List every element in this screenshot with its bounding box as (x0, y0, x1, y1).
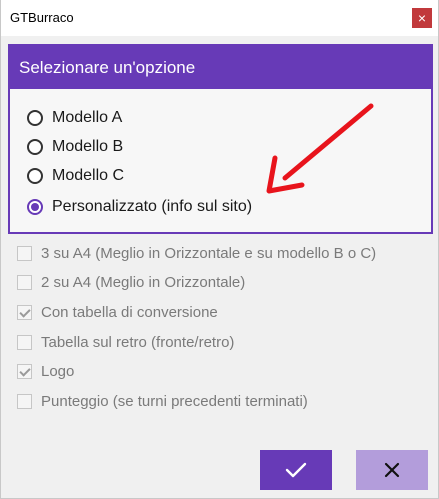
radio-personalizzato[interactable]: Personalizzato (info sul sito) (27, 195, 252, 219)
checkbox-label: Logo (41, 362, 75, 380)
checkmark-icon (285, 462, 307, 478)
radio-label: Personalizzato (info sul sito) (52, 198, 253, 215)
checkbox-tabella-retro[interactable]: Tabella sul retro (fronte/retro) (17, 331, 234, 353)
radio-modello-c[interactable]: Modello C (27, 164, 124, 188)
radio-modello-a[interactable]: Modello A (27, 106, 122, 130)
checkbox-2-su-a4[interactable]: 2 su A4 (Meglio in Orizzontale) (17, 271, 245, 293)
checkbox[interactable] (17, 334, 32, 350)
group-header: Selezionare un'opzione (10, 46, 431, 89)
dialog-window: GTBurraco × Selezionare un'opzione Model… (0, 0, 439, 499)
checkbox-label: 2 su A4 (Meglio in Orizzontale) (41, 273, 246, 291)
radio-button[interactable] (27, 110, 43, 126)
checkbox[interactable] (17, 393, 32, 409)
checkbox-logo[interactable]: Logo (17, 360, 74, 382)
radio-label: Modello B (52, 138, 124, 155)
ok-button[interactable] (260, 450, 332, 490)
checkbox-label: 3 su A4 (Meglio in Orizzontale e su mode… (41, 244, 377, 262)
checkbox-punteggio[interactable]: Punteggio (se turni precedenti terminati… (17, 390, 308, 412)
radio-label: Modello C (52, 167, 125, 184)
checkbox-tabella-conversione[interactable]: Con tabella di conversione (17, 301, 218, 323)
checkbox-label: Punteggio (se turni precedenti terminati… (41, 392, 308, 410)
checkbox-checked[interactable] (17, 363, 32, 379)
radio-modello-b[interactable]: Modello B (27, 135, 123, 159)
cancel-button[interactable] (356, 450, 428, 490)
checkbox-3-su-a4[interactable]: 3 su A4 (Meglio in Orizzontale e su mode… (17, 242, 376, 264)
window-title: GTBurraco (10, 10, 74, 25)
title-bar: GTBurraco × (1, 0, 438, 36)
close-button[interactable]: × (412, 8, 432, 28)
checkbox-label: Tabella sul retro (fronte/retro) (41, 333, 235, 351)
radio-label: Modello A (52, 109, 123, 126)
radio-button-selected[interactable] (27, 199, 43, 215)
checkbox[interactable] (17, 274, 32, 290)
x-icon (384, 462, 400, 478)
checkbox[interactable] (17, 245, 32, 261)
checkbox-label: Con tabella di conversione (41, 303, 218, 321)
radio-button[interactable] (27, 168, 43, 184)
annotation-arrow-icon (266, 103, 374, 194)
close-icon: × (417, 10, 427, 26)
radio-button[interactable] (27, 139, 43, 155)
checkbox-checked[interactable] (17, 304, 32, 320)
